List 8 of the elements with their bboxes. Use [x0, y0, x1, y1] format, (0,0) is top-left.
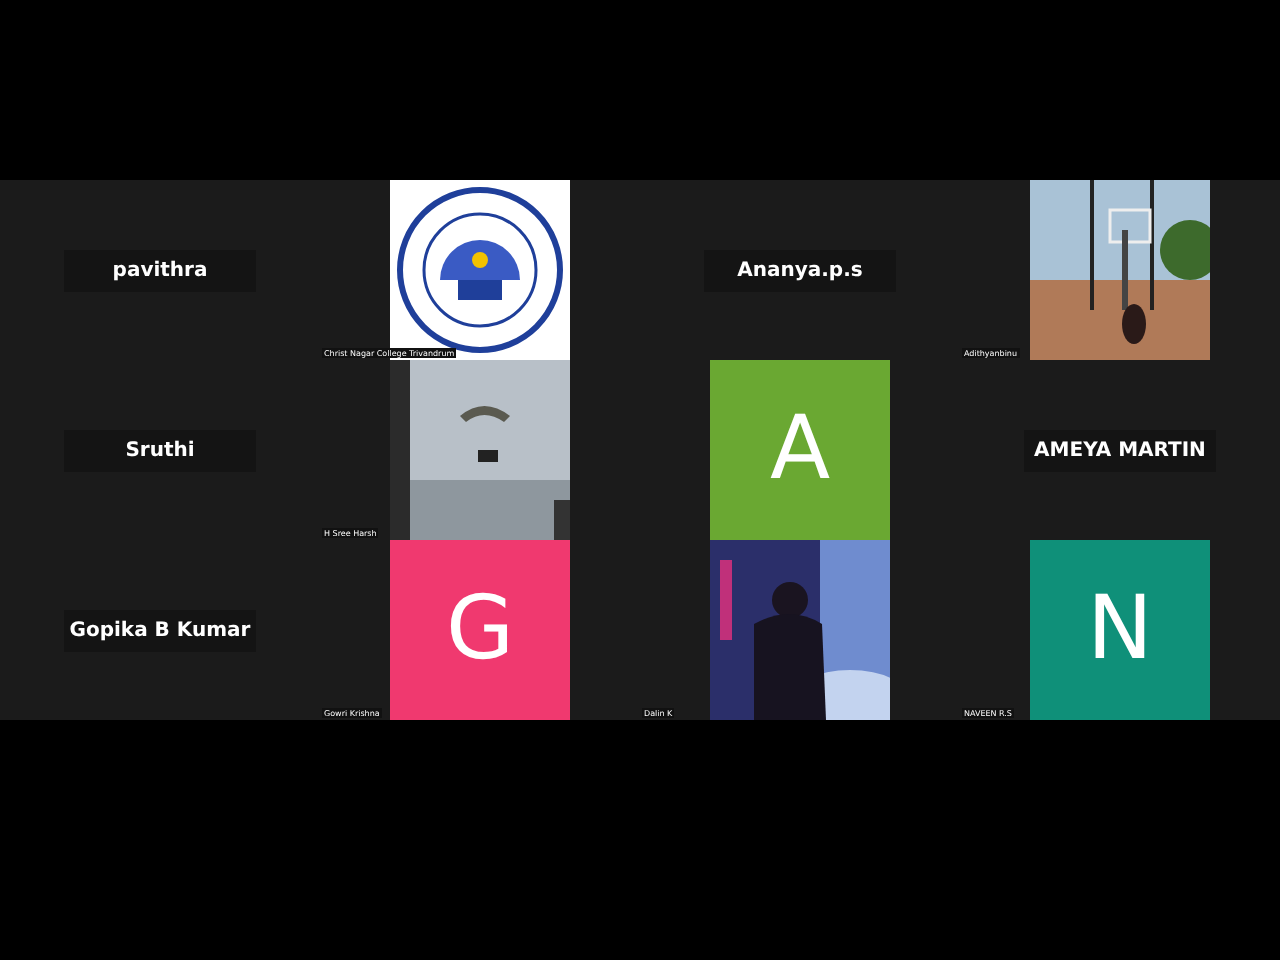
avatar: G — [390, 540, 570, 720]
participant-name: Sruthi — [64, 429, 256, 471]
avatar: A — [710, 360, 890, 540]
avatar: N — [1030, 540, 1210, 720]
participant-name: pavithra — [64, 249, 256, 291]
participant-name: AMEYA MARTIN — [1024, 429, 1216, 471]
participant-name: Gopika B Kumar — [64, 609, 256, 651]
participant-name: Ananya.p.s — [704, 249, 896, 291]
